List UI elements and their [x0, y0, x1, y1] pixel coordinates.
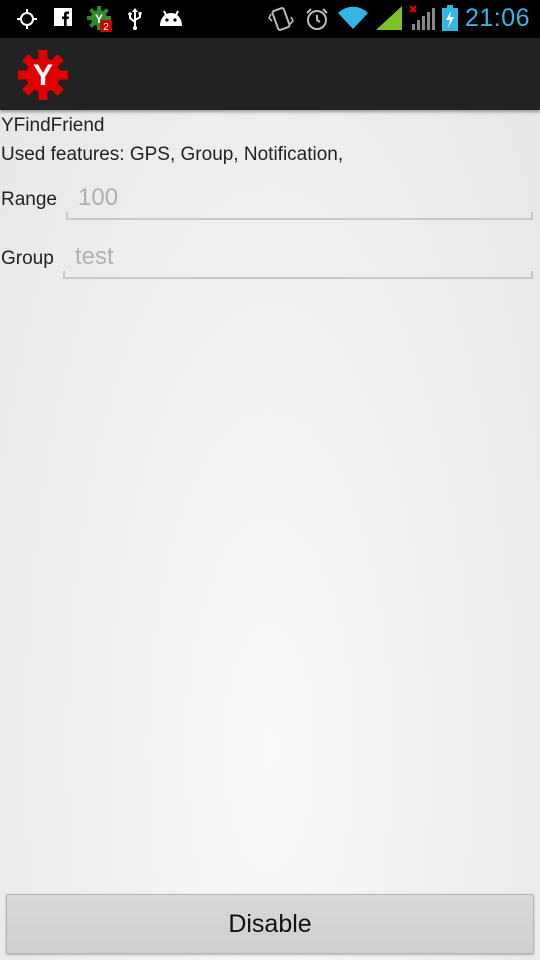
- gps-icon: [16, 8, 38, 30]
- disable-button[interactable]: Disable: [6, 894, 534, 954]
- app-logo-icon[interactable]: Y: [18, 50, 68, 100]
- range-label: Range: [1, 189, 57, 210]
- alarm-icon: [305, 7, 329, 31]
- app-logo-letter: Y: [33, 59, 53, 92]
- group-input[interactable]: [63, 237, 533, 277]
- android-debug-icon: [158, 10, 184, 28]
- notification-badge: 2: [103, 22, 109, 32]
- app-name: YFindFriend: [1, 115, 105, 136]
- status-bar: Y 2 21:06: [0, 0, 540, 38]
- vibrate-icon: [268, 5, 294, 33]
- signal-no-service-icon: [408, 4, 436, 30]
- battery-charging-icon: [442, 5, 458, 31]
- used-features-text: Used features: GPS, Group, Notification,: [1, 144, 344, 165]
- action-bar: Y: [0, 38, 540, 110]
- range-field[interactable]: [66, 178, 533, 220]
- facebook-icon: [54, 8, 72, 26]
- usb-icon: [126, 8, 144, 30]
- group-label: Group: [1, 248, 54, 269]
- signal-icon: [376, 6, 402, 30]
- range-input[interactable]: [66, 178, 533, 218]
- clock-time: 21:06: [464, 4, 530, 32]
- wifi-icon: [338, 6, 368, 30]
- group-field[interactable]: [63, 237, 533, 279]
- app-notification-icon: Y 2: [86, 6, 114, 32]
